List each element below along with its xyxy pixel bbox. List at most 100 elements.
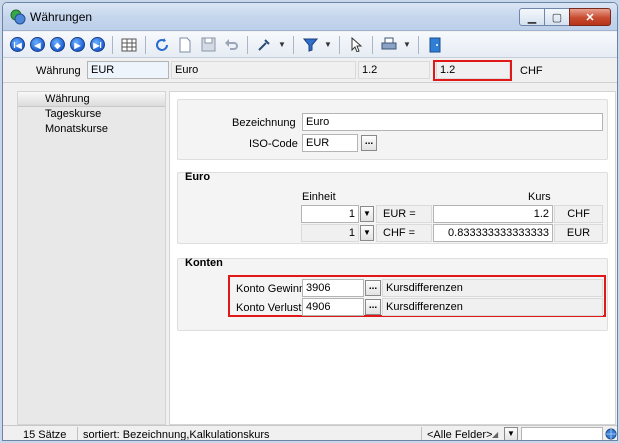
table-icon <box>121 38 137 51</box>
tools-button[interactable] <box>254 35 274 55</box>
rate-field-chf[interactable]: 0.833333333333333 <box>433 224 553 242</box>
resize-grip-icon: ◢ <box>492 430 499 439</box>
first-record-button[interactable]: I◀ <box>9 35 26 55</box>
chevron-down-icon: ▼ <box>363 228 371 237</box>
pointer-icon <box>351 37 362 52</box>
filter-button[interactable] <box>300 35 320 55</box>
last-record-icon: ▶I <box>90 37 105 52</box>
sidebar: Währung Tageskurse Monatskurse <box>17 91 166 425</box>
currency-app-icon <box>10 9 26 25</box>
tools-dropdown[interactable]: ▼ <box>277 35 287 55</box>
konto-verlust-lookup-button[interactable]: ... <box>365 299 381 315</box>
chevron-down-icon: ▼ <box>507 429 515 438</box>
print-icon <box>381 37 397 50</box>
last-record-button[interactable]: ▶I <box>89 35 106 55</box>
unit-dropdown-eur[interactable]: ▼ <box>360 206 374 222</box>
sidebar-item-monatskurse[interactable]: Monatskurse <box>18 122 165 137</box>
currency-window: Währungen ▁ ▢ ✕ I◀ ◀ ◆ ▶ ▶I ▼ ▼ ▼ Währun… <box>2 2 618 441</box>
field-filter-dropdown[interactable]: ▼ <box>504 427 518 440</box>
toolbar-separator <box>418 35 419 54</box>
iso-code-label: ISO-Code <box>249 138 298 150</box>
unit-field-chf[interactable]: 1 <box>301 224 359 242</box>
konto-verlust-label: Konto Verlust <box>236 302 302 314</box>
table-view-button[interactable] <box>119 35 139 55</box>
pair-label-eur: EUR = <box>376 205 432 223</box>
save-icon <box>201 37 215 52</box>
toolbar-separator <box>112 35 113 54</box>
refresh-icon <box>156 37 168 51</box>
toolbar-separator <box>372 35 373 54</box>
toolbar: I◀ ◀ ◆ ▶ ▶I ▼ ▼ ▼ <box>3 32 617 58</box>
toolbar-separator <box>247 35 248 54</box>
new-record-button[interactable] <box>175 35 195 55</box>
sidebar-item-label: Monatskurse <box>45 123 108 135</box>
chevron-down-icon: ▼ <box>403 40 411 49</box>
new-document-icon <box>179 37 191 52</box>
prev-page-icon: ◀ <box>30 37 45 52</box>
bezeichnung-field[interactable]: Euro <box>302 113 603 131</box>
konten-panel: Konten Konto Gewinn 3906 ... Kursdiffere… <box>177 257 608 331</box>
first-record-icon: I◀ <box>10 37 25 52</box>
chevron-down-icon: ▼ <box>363 209 371 218</box>
calc-rate-highlight <box>433 60 512 81</box>
prev-record-icon: ◆ <box>50 37 65 52</box>
minimize-button[interactable]: ▁ <box>519 8 545 26</box>
sidebar-item-label: Tageskurse <box>45 108 102 120</box>
bezeichnung-label: Bezeichnung <box>232 117 296 129</box>
unit-field-eur[interactable]: 1 <box>301 205 359 223</box>
currency-code-field[interactable]: EUR <box>87 61 169 79</box>
status-divider <box>421 427 422 440</box>
window-title: Währungen <box>30 10 93 24</box>
close-icon: ✕ <box>585 11 595 24</box>
euro-panel: Euro Einheit Kurs 1 ▼ EUR = 1.2 CHF 1 ▼ … <box>177 171 608 244</box>
undo-button[interactable] <box>221 35 241 55</box>
rate-field-eur[interactable]: 1.2 <box>433 205 553 223</box>
euro-panel-title: Euro <box>185 171 211 183</box>
filter-icon <box>302 38 318 52</box>
next-record-button[interactable]: ▶ <box>69 35 86 55</box>
konto-verlust-description: Kursdifferenzen <box>382 298 603 316</box>
currency-label: Währung <box>36 65 81 77</box>
pointer-button[interactable] <box>346 35 366 55</box>
maximize-button[interactable]: ▢ <box>544 8 570 26</box>
filter-dropdown[interactable]: ▼ <box>323 35 333 55</box>
konto-gewinn-label: Konto Gewinn <box>236 283 306 295</box>
currency-field-chf: CHF <box>554 205 603 223</box>
chevron-down-icon: ▼ <box>278 40 286 49</box>
prev-record-button[interactable]: ◆ <box>49 35 66 55</box>
currency-field-eur: EUR <box>554 224 603 242</box>
rate-column-header: Kurs <box>528 191 551 203</box>
toolbar-separator <box>293 35 294 54</box>
sidebar-item-waehrung[interactable]: Währung <box>18 92 165 107</box>
record-count: 15 Sätze <box>23 429 67 441</box>
save-button[interactable] <box>198 35 218 55</box>
sidebar-item-label: Währung <box>45 93 90 105</box>
rate-field: 1.2 <box>358 61 430 79</box>
print-button[interactable] <box>379 35 399 55</box>
window-controls: ▁ ▢ ✕ <box>519 8 611 26</box>
refresh-button[interactable] <box>152 35 172 55</box>
close-button[interactable]: ✕ <box>569 8 611 26</box>
iso-code-lookup-button[interactable]: ... <box>361 135 377 151</box>
globe-icon[interactable] <box>605 428 617 440</box>
konto-gewinn-description: Kursdifferenzen <box>382 279 603 297</box>
konto-verlust-field[interactable]: 4906 <box>302 298 364 316</box>
field-filter-select[interactable]: <Alle Felder> <box>427 428 492 440</box>
toolbar-separator <box>339 35 340 54</box>
konto-gewinn-field[interactable]: 3906 <box>302 279 364 297</box>
sidebar-item-tageskurse[interactable]: Tageskurse <box>18 107 165 122</box>
general-panel: Bezeichnung Euro ISO-Code EUR ... <box>177 99 608 160</box>
next-record-icon: ▶ <box>70 37 85 52</box>
print-dropdown[interactable]: ▼ <box>402 35 412 55</box>
tools-icon <box>257 39 270 51</box>
exit-door-icon <box>429 37 441 52</box>
foreign-currency-code: CHF <box>520 65 543 77</box>
exit-button[interactable] <box>425 35 445 55</box>
undo-icon <box>224 39 238 50</box>
iso-code-field[interactable]: EUR <box>302 134 358 152</box>
search-input[interactable] <box>521 427 603 440</box>
unit-column-header: Einheit <box>302 191 336 203</box>
unit-dropdown-chf[interactable]: ▼ <box>360 225 374 241</box>
konto-gewinn-lookup-button[interactable]: ... <box>365 280 381 296</box>
prev-page-button[interactable]: ◀ <box>29 35 46 55</box>
